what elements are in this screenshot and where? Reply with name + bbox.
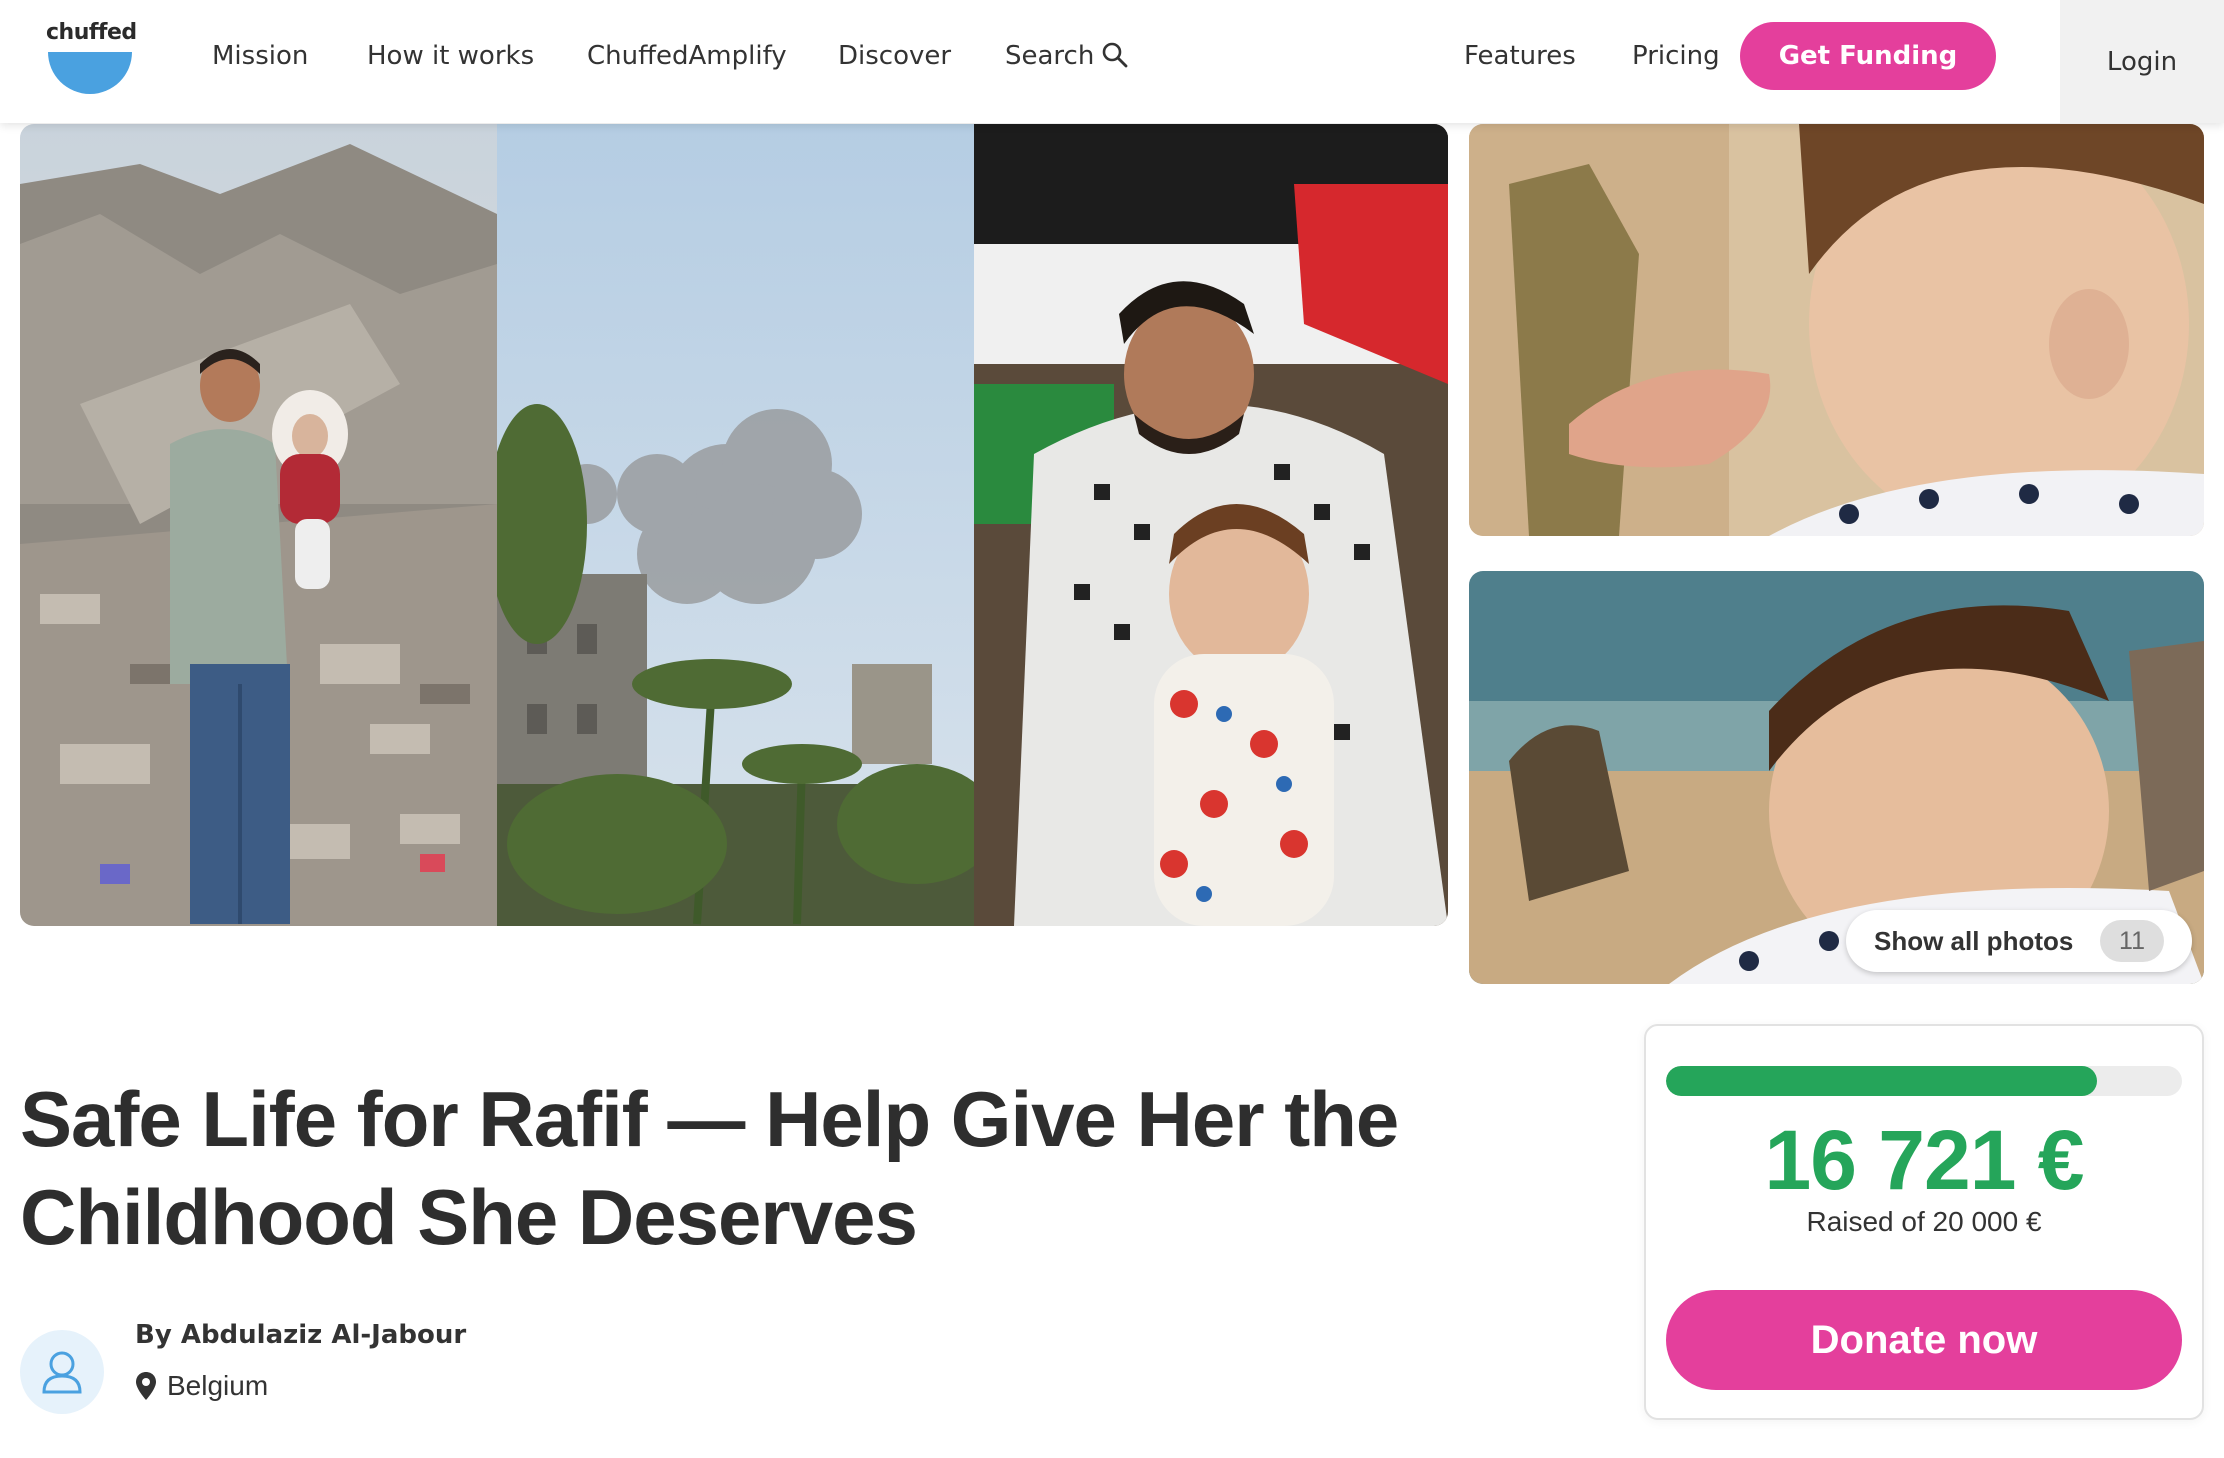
search-icon[interactable] [1100, 40, 1130, 70]
logo-bowl-icon [48, 52, 132, 94]
user-icon [42, 1351, 82, 1394]
author-avatar [20, 1330, 104, 1414]
photo-panel-father-baby [974, 124, 1448, 926]
raised-of-goal: Raised of 20 000 € [1806, 1206, 2042, 1237]
nav-link-chuffedamplify[interactable]: ChuffedAmplify [587, 38, 787, 74]
top-navigation: chuffed Mission How it works ChuffedAmpl… [0, 0, 2224, 123]
location-text: Belgium [167, 1370, 269, 1401]
donation-card: 16 721 € Raised of 20 000 € Donate now [1644, 1024, 2204, 1420]
map-pin-icon [136, 1372, 156, 1400]
amount-raised: 16 721 € [1764, 1113, 2085, 1207]
nav-link-how-it-works[interactable]: How it works [367, 38, 534, 74]
photo-panel-smoke [497, 124, 974, 926]
nav-link-pricing[interactable]: Pricing [1632, 38, 1720, 74]
show-all-photos-label: Show all photos [1874, 925, 2074, 956]
nav-link-discover[interactable]: Discover [838, 38, 951, 74]
login-button[interactable]: Login [2060, 0, 2224, 123]
funding-progress-bar [1666, 1066, 2182, 1096]
nav-link-search[interactable]: Search [1005, 38, 1094, 74]
get-funding-button[interactable]: Get Funding [1740, 22, 1996, 90]
campaign-title: Safe Life for Rafif — Help Give Her the … [20, 1075, 1399, 1261]
show-all-photos-button[interactable]: Show all photos 11 [1846, 910, 2192, 972]
chuffed-logo[interactable]: chuffed [46, 20, 137, 94]
main-photo-collage[interactable] [20, 124, 1448, 926]
side-photo-top[interactable] [1469, 124, 2204, 536]
side-photo-bottom[interactable]: Show all photos 11 [1469, 571, 2204, 984]
nav-link-mission[interactable]: Mission [212, 38, 308, 74]
donate-now-button[interactable]: Donate now [1666, 1290, 2182, 1390]
funding-progress-fill [1666, 1066, 2098, 1096]
photo-panel-rubble [20, 124, 497, 926]
logo-text: chuffed [46, 20, 137, 45]
campaign-location: Belgium [135, 1370, 268, 1402]
author-name[interactable]: By Abdulaziz Al-Jabour [135, 1320, 466, 1350]
nav-link-features[interactable]: Features [1464, 38, 1576, 74]
photo-count-badge: 11 [2100, 920, 2164, 962]
